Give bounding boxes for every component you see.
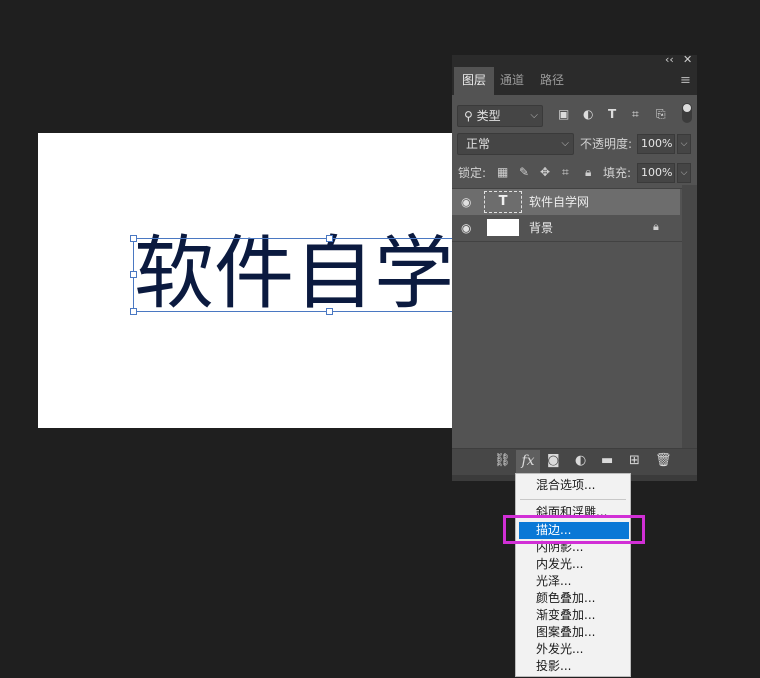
link-layers-icon[interactable]: ⛓ [494,453,511,468]
layer-name[interactable]: 软件自学网 [529,189,589,215]
image-filter-icon[interactable]: ▣ [558,107,569,121]
add-mask-icon[interactable]: ◙ [547,453,560,468]
fill-label: 填充: [603,166,632,180]
layers-panel: ‹‹ ✕ 图层 通道 路径 ≡ ⚲ 类型 ⌵ ▣ ◐ T ⌗ ⎘ 正常 ⌵ 不透… [452,53,697,481]
lock-position-icon[interactable]: ✥ [540,165,550,179]
folder-icon[interactable]: ▬ [601,453,613,468]
layers-panel-footer: ⛓ fx ◙ ◐ ▬ ⊞ 🗑︎ [452,448,697,475]
opacity-input[interactable]: 100% [637,134,675,154]
chevron-down-icon: ⌵ [561,138,569,149]
transform-handle-bottom-middle[interactable] [326,308,333,315]
transform-handle-middle-left[interactable] [130,271,137,278]
layers-panel-body: ⚲ 类型 ⌵ ▣ ◐ T ⌗ ⎘ 正常 ⌵ 不透明度: 100% ⌵ 锁定: ▦… [452,95,697,448]
divider [452,241,682,242]
smart-object-filter-icon[interactable]: ⎘ [656,107,666,122]
search-icon: ⚲ [464,109,473,123]
layer-name[interactable]: 背景 [529,215,553,241]
menu-item-color-overlay[interactable]: 颜色叠加... [517,590,629,607]
blend-mode-select[interactable]: 正常 ⌵ [457,133,574,155]
lock-artboard-icon[interactable]: ⌗ [562,165,569,180]
text-layer-thumbnail: T [484,191,522,213]
chevron-down-icon: ⌵ [530,110,538,121]
tab-paths[interactable]: 路径 [532,67,572,95]
opacity-label: 不透明度: [580,137,633,151]
shape-filter-icon[interactable]: ⌗ [632,107,639,122]
transform-handle-bottom-left[interactable] [130,308,137,315]
document-canvas[interactable]: 软件自学网 [38,133,452,428]
type-filter-icon[interactable]: T [608,107,616,121]
background-layer-thumbnail [487,219,519,236]
transform-handle-top-middle[interactable] [326,235,333,242]
lock-all-icon[interactable]: 🔒︎ [585,165,591,180]
collapse-icon[interactable]: ‹‹ [665,53,674,66]
layer-row-background[interactable]: ◉ 背景 🔒︎ [452,215,680,241]
menu-item-pattern-overlay[interactable]: 图案叠加... [517,624,629,641]
fill-input[interactable]: 100% [637,163,675,183]
menu-separator [520,499,626,500]
menu-item-inner-glow[interactable]: 内发光... [517,556,629,573]
lock-label: 锁定: [458,166,487,180]
trash-icon[interactable]: 🗑︎ [655,453,672,468]
filter-toggle[interactable] [682,103,692,123]
lock-image-pixels-icon[interactable]: ✎ [519,165,529,179]
new-layer-icon[interactable]: ⊞ [629,453,640,468]
tab-channels[interactable]: 通道 [492,67,532,95]
opacity-dropdown-button[interactable]: ⌵ [677,134,691,154]
panel-menu-icon[interactable]: ≡ [680,73,691,88]
new-adjustment-layer-icon[interactable]: ◐ [575,453,586,468]
lock-icon[interactable]: 🔒︎ [653,220,659,234]
filter-select-value: 类型 [476,109,501,123]
layer-row-text[interactable]: ◉ T 软件自学网 [452,189,680,215]
menu-item-outer-glow[interactable]: 外发光... [517,641,629,658]
menu-item-gradient-overlay[interactable]: 渐变叠加... [517,607,629,624]
layers-scrollbar[interactable] [682,185,697,448]
eye-icon[interactable]: ◉ [461,221,475,235]
panel-title-bar: ‹‹ ✕ [452,53,697,67]
adjustment-filter-icon[interactable]: ◐ [583,107,593,121]
eye-icon[interactable]: ◉ [461,195,475,209]
text-bounding-box[interactable] [133,238,452,312]
lock-transparent-pixels-icon[interactable]: ▦ [497,165,508,179]
layer-filter-select[interactable]: ⚲ 类型 ⌵ [457,105,543,127]
blend-mode-value: 正常 [466,137,491,151]
transform-handle-top-left[interactable] [130,235,137,242]
fill-dropdown-button[interactable]: ⌵ [677,163,691,183]
menu-item-blending-options[interactable]: 混合选项... [517,477,629,494]
panel-tabs: 图层 通道 路径 ≡ [452,67,697,95]
layer-style-menu: 混合选项... 斜面和浮雕... 描边... 内阴影... 内发光... 光泽.… [515,473,631,677]
close-icon[interactable]: ✕ [683,53,692,66]
menu-item-satin[interactable]: 光泽... [517,573,629,590]
add-layer-style-button[interactable]: fx [516,450,540,474]
annotation-highlight-box [503,515,645,544]
tab-layers[interactable]: 图层 [454,67,495,95]
menu-item-drop-shadow[interactable]: 投影... [517,658,629,675]
